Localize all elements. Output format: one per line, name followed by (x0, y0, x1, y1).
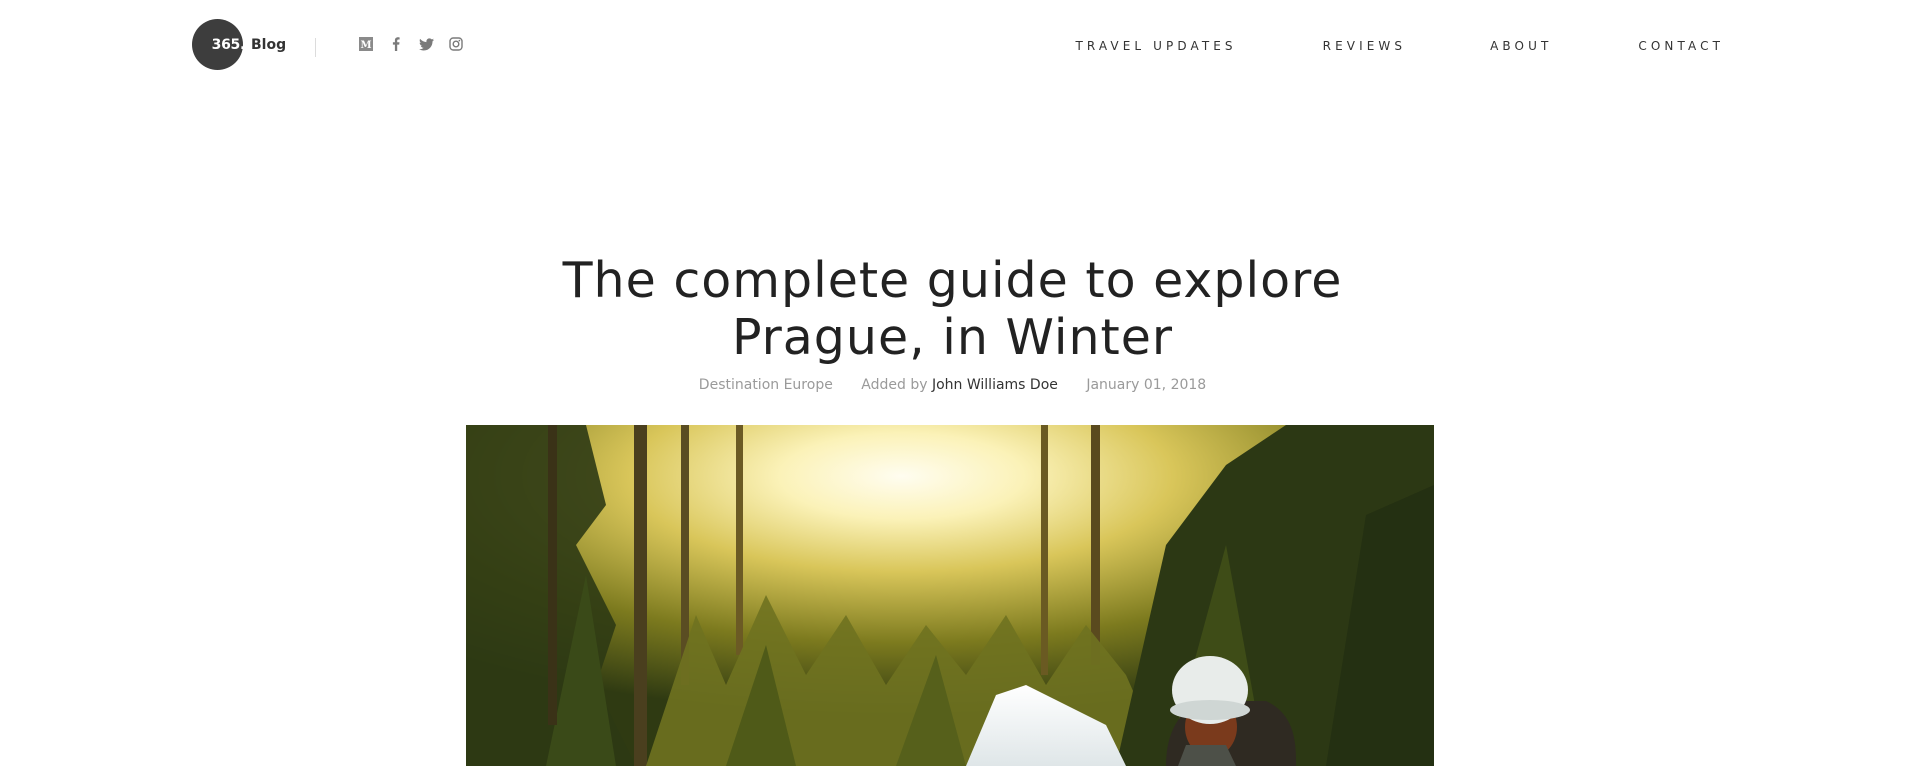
nav-contact[interactable]: CONTACT (1638, 39, 1724, 53)
instagram-icon[interactable] (448, 36, 464, 52)
facebook-icon[interactable] (388, 36, 404, 52)
medium-icon[interactable]: M (358, 36, 374, 52)
svg-text:M: M (360, 40, 371, 51)
header-divider (315, 38, 316, 57)
logo-circle: 365. (192, 19, 246, 70)
nav-about[interactable]: ABOUT (1490, 39, 1552, 53)
article-category[interactable]: Destination Europe (699, 377, 833, 393)
nav-travel-updates[interactable]: TRAVEL UPDATES (1075, 39, 1236, 53)
site-header: 365. Blog M TRAVEL UPDATES REVIEWS ABOUT… (0, 0, 1905, 92)
twitter-icon[interactable] (418, 36, 434, 52)
site-logo[interactable]: 365. Blog (192, 19, 286, 70)
article-date: January 01, 2018 (1086, 377, 1207, 393)
article-title: The complete guide to explore Prague, in… (0, 252, 1905, 366)
article-title-line2: Prague, in Winter (731, 309, 1174, 366)
article-title-line1: The complete guide to explore (562, 252, 1343, 309)
added-by-label: Added by (861, 377, 928, 393)
hero-image (466, 425, 1434, 766)
nav-reviews[interactable]: REVIEWS (1323, 39, 1406, 53)
article-author[interactable]: John Williams Doe (932, 377, 1058, 393)
logo-number: 365. (211, 36, 246, 53)
logo-text: Blog (251, 36, 287, 53)
main-nav: TRAVEL UPDATES REVIEWS ABOUT CONTACT (1075, 39, 1724, 53)
social-links: M (358, 36, 464, 52)
article-meta: Destination Europe Added by John William… (0, 377, 1905, 393)
